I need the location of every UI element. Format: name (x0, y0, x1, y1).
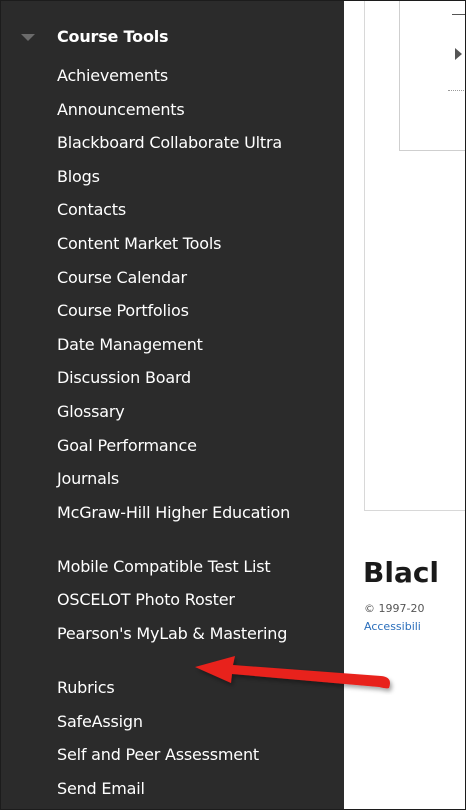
copyright-text: © 1997-20 (364, 602, 425, 615)
sidebar-item-self-and-peer-assessment[interactable]: Self and Peer Assessment (57, 744, 342, 778)
sidebar-item-announcements[interactable]: Announcements (57, 99, 342, 133)
sidebar-item-pearsons-mylab-mastering[interactable]: Pearson's MyLab & Mastering (57, 623, 317, 677)
course-tools-sidebar: Course Tools Achievements Announcements … (1, 1, 344, 809)
module-top-rule (452, 14, 465, 15)
sidebar-item-achievements[interactable]: Achievements (57, 65, 342, 99)
sidebar-item-mobile-compatible-test-list[interactable]: Mobile Compatible Test List (57, 556, 342, 590)
sidebar-item-journals[interactable]: Journals (57, 468, 342, 502)
screenshot-frame: Course Tools Achievements Announcements … (0, 0, 466, 810)
content-module (399, 1, 465, 151)
sidebar-item-send-email[interactable]: Send Email (57, 778, 342, 809)
sidebar-item-rubrics[interactable]: Rubrics (57, 677, 342, 711)
sidebar-item-course-portfolios[interactable]: Course Portfolios (57, 300, 342, 334)
section-title[interactable]: Course Tools (57, 27, 169, 46)
sidebar-item-glossary[interactable]: Glossary (57, 401, 342, 435)
sidebar-item-contacts[interactable]: Contacts (57, 199, 342, 233)
dotted-divider (448, 90, 465, 91)
sidebar-item-safeassign[interactable]: SafeAssign (57, 711, 342, 745)
blackboard-footer-brand: Blacl (363, 556, 440, 589)
course-tools-list: Achievements Announcements Blackboard Co… (57, 65, 342, 809)
sidebar-item-course-calendar[interactable]: Course Calendar (57, 267, 342, 301)
sidebar-item-content-market-tools[interactable]: Content Market Tools (57, 233, 342, 267)
sidebar-item-date-management[interactable]: Date Management (57, 334, 342, 368)
sidebar-item-oscelot-photo-roster[interactable]: OSCELOT Photo Roster (57, 589, 342, 623)
accessibility-link[interactable]: Accessibili (364, 620, 421, 633)
sidebar-item-goal-performance[interactable]: Goal Performance (57, 435, 342, 469)
sidebar-item-blogs[interactable]: Blogs (57, 166, 342, 200)
sidebar-item-blackboard-collaborate-ultra[interactable]: Blackboard Collaborate Ultra (57, 132, 342, 166)
expand-triangle-icon[interactable] (455, 48, 462, 60)
collapse-caret-icon[interactable] (21, 34, 35, 41)
sidebar-item-mcgraw-hill[interactable]: McGraw-Hill Higher Education (57, 502, 317, 556)
sidebar-item-discussion-board[interactable]: Discussion Board (57, 367, 342, 401)
